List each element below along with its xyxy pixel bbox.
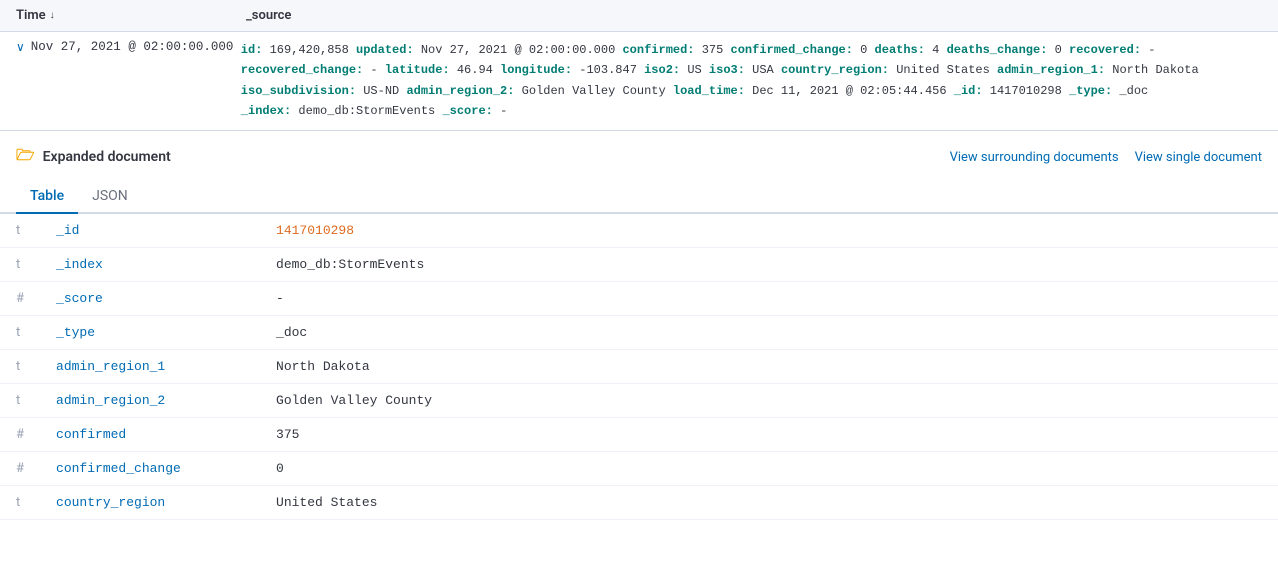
field-longitude-name: longitude: <box>500 63 572 77</box>
table-row: #confirmed375 <box>0 417 1278 451</box>
expanded-doc-header: 🗁 Expanded document View surrounding doc… <box>0 131 1278 180</box>
field-deaths-name: deaths: <box>875 43 925 57</box>
field-name: _score <box>40 281 260 315</box>
col-source-header: _source <box>246 8 1262 23</box>
field-name: admin_region_2 <box>40 383 260 417</box>
field-value: 0 <box>260 451 1278 485</box>
field-iso2-name: iso2: <box>644 63 680 77</box>
expanded-table: t_id1417010298t_indexdemo_db:StormEvents… <box>0 214 1278 520</box>
field-type: t <box>0 247 40 281</box>
field-country-region-name: country_region: <box>781 63 889 77</box>
field-type: t <box>0 383 40 417</box>
field-admin-region2-name: admin_region_2: <box>406 84 514 98</box>
tab-json[interactable]: JSON <box>78 180 142 214</box>
field-latitude-name: latitude: <box>385 63 450 77</box>
field-_type-name: _type: <box>1069 84 1112 98</box>
tab-table[interactable]: Table <box>16 180 78 214</box>
field-name: _index <box>40 247 260 281</box>
field-deaths-change-name: deaths_change: <box>947 43 1048 57</box>
expanded-doc-title: 🗁 Expanded document <box>16 145 171 170</box>
table-row: #_score- <box>0 281 1278 315</box>
doc-links: View surrounding documents View single d… <box>950 150 1262 165</box>
field-type: # <box>0 281 40 315</box>
field-recovered-name: recovered: <box>1069 43 1141 57</box>
table-row: t_id1417010298 <box>0 214 1278 248</box>
field-iso-subdivision-name: iso_subdivision: <box>241 84 356 98</box>
sort-icon: ↓ <box>50 10 55 21</box>
table-header: Time ↓ _source <box>0 0 1278 32</box>
col-time-header[interactable]: Time ↓ <box>16 8 246 23</box>
field-_score-name: _score: <box>442 104 492 118</box>
field-type: t <box>0 485 40 519</box>
tabs-container: Table JSON <box>0 180 1278 214</box>
expanded-doc-label: Expanded document <box>43 149 171 165</box>
field-type: # <box>0 451 40 485</box>
field-type: t <box>0 214 40 248</box>
field-admin-region1-name: admin_region_1: <box>997 63 1105 77</box>
view-surrounding-link[interactable]: View surrounding documents <box>950 150 1119 165</box>
field-value: United States <box>260 485 1278 519</box>
field-iso3-name: iso3: <box>709 63 745 77</box>
time-value: Nov 27, 2021 @ 02:00:00.000 <box>31 40 241 54</box>
field-type: t <box>0 349 40 383</box>
field-id-name: id: <box>241 43 263 57</box>
table-row: tcountry_regionUnited States <box>0 485 1278 519</box>
field-value: 375 <box>260 417 1278 451</box>
field-value: Golden Valley County <box>260 383 1278 417</box>
folder-icon: 🗁 <box>16 145 35 170</box>
field-type: # <box>0 417 40 451</box>
field-value: 1417010298 <box>260 214 1278 248</box>
source-content: id: 169,420,858 updated: Nov 27, 2021 @ … <box>241 40 1262 122</box>
field-value: North Dakota <box>260 349 1278 383</box>
field-load-time-name: load_time: <box>673 84 745 98</box>
field-value: demo_db:StormEvents <box>260 247 1278 281</box>
table-row: t_type_doc <box>0 315 1278 349</box>
field-name: confirmed <box>40 417 260 451</box>
table-row: tadmin_region_2Golden Valley County <box>0 383 1278 417</box>
view-single-link[interactable]: View single document <box>1135 150 1262 165</box>
field-name: country_region <box>40 485 260 519</box>
table-row: tadmin_region_1North Dakota <box>0 349 1278 383</box>
data-row: ∨ Nov 27, 2021 @ 02:00:00.000 id: 169,42… <box>0 32 1278 131</box>
field-confirmed-name: confirmed: <box>622 43 694 57</box>
table-row: t_indexdemo_db:StormEvents <box>0 247 1278 281</box>
field-_id-name: _id: <box>954 84 983 98</box>
time-column-label: Time <box>16 8 46 23</box>
field-name: admin_region_1 <box>40 349 260 383</box>
field-_index-name: _index: <box>241 104 291 118</box>
field-value: _doc <box>260 315 1278 349</box>
field-name: _id <box>40 214 260 248</box>
main-container: Time ↓ _source ∨ Nov 27, 2021 @ 02:00:00… <box>0 0 1278 581</box>
field-recovered-change-name: recovered_change: <box>241 63 363 77</box>
field-name: _type <box>40 315 260 349</box>
field-confirmed-change-name: confirmed_change: <box>731 43 853 57</box>
field-updated-name: updated: <box>356 43 414 57</box>
field-type: t <box>0 315 40 349</box>
field-value: - <box>260 281 1278 315</box>
field-name: confirmed_change <box>40 451 260 485</box>
expand-toggle[interactable]: ∨ <box>16 40 25 54</box>
table-row: #confirmed_change0 <box>0 451 1278 485</box>
